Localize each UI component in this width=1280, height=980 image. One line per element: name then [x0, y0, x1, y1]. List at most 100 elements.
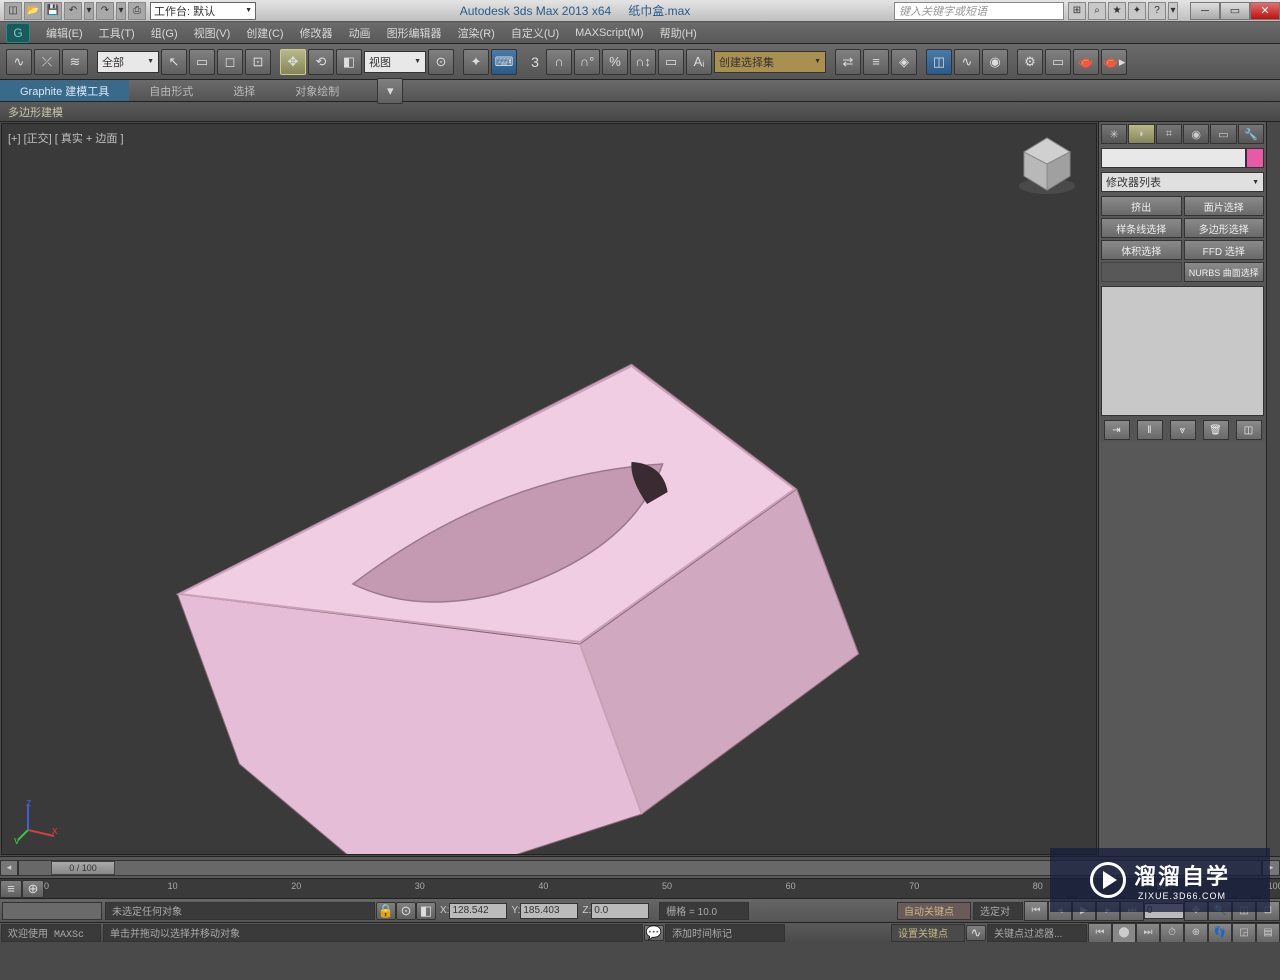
modifier-stack[interactable] [1101, 286, 1264, 416]
tab-modify-icon[interactable]: ◗ [1128, 124, 1154, 144]
nav-max-icon[interactable]: ◲ [1232, 923, 1256, 943]
qat-project-icon[interactable]: ⎙ [128, 2, 146, 20]
menu-rendering[interactable]: 渲染(R) [450, 22, 503, 43]
qat-save-icon[interactable]: 💾 [44, 2, 62, 20]
y-input[interactable] [520, 903, 578, 919]
qat-undo-icon[interactable]: ↶ [64, 2, 82, 20]
configure-icon[interactable]: ◫ [1236, 420, 1262, 440]
ribbon-tab-graphite[interactable]: Graphite 建模工具 [0, 80, 129, 101]
key-next-icon[interactable]: ⏭ [1136, 923, 1160, 943]
ribbon-minimize-icon[interactable]: ▾ [377, 78, 403, 104]
pin-stack-icon[interactable]: ⇥ [1104, 420, 1130, 440]
sel-lock-icon[interactable]: 🔒 [376, 902, 396, 920]
trackbar-key-icon[interactable]: ⊕ [22, 880, 44, 898]
ribbon-panel-label[interactable]: 多边形建模 [8, 104, 63, 120]
qat-redo-dd-icon[interactable]: ▾ [116, 2, 126, 20]
unique-icon[interactable]: ⩔ [1170, 420, 1196, 440]
key-bigkey-icon[interactable]: ⬤ [1112, 923, 1136, 943]
link-icon[interactable]: ∿ [6, 49, 32, 75]
schematic-view-icon[interactable]: ∿ [954, 49, 980, 75]
mirror-icon[interactable]: ⇄ [835, 49, 861, 75]
close-button[interactable]: ✕ [1250, 2, 1280, 20]
favorite-icon[interactable]: ★ [1108, 2, 1126, 20]
nav-extra-icon[interactable]: ▤ [1256, 923, 1280, 943]
menu-grapheditors[interactable]: 图形编辑器 [379, 22, 450, 43]
named-selection-combo[interactable]: 创建选择集 [714, 51, 826, 73]
btn-patchsel[interactable]: 面片选择 [1184, 196, 1265, 216]
slider-prev-icon[interactable]: ◂ [0, 860, 18, 876]
axis-gizmo-icon[interactable]: x y z [14, 800, 58, 844]
btn-volsel[interactable]: 体积选择 [1101, 240, 1182, 260]
pivot-center-icon[interactable]: ⊙ [428, 49, 454, 75]
tab-motion-icon[interactable]: ◉ [1183, 124, 1209, 144]
qat-open-icon[interactable]: 📂 [24, 2, 42, 20]
btn-splinesel[interactable]: 样条线选择 [1101, 218, 1182, 238]
btn-ffdsel[interactable]: FFD 选择 [1184, 240, 1265, 260]
manipulate-icon[interactable]: ✦ [463, 49, 489, 75]
add-time-tag[interactable]: 添加时间标记 [665, 924, 785, 942]
menu-animation[interactable]: 动画 [341, 22, 379, 43]
menu-group[interactable]: 组(G) [143, 22, 186, 43]
remove-mod-icon[interactable]: 🗑 [1203, 420, 1229, 440]
autokey-button[interactable]: 自动关键点 [897, 902, 971, 920]
help-dd-icon[interactable]: ▾ [1168, 2, 1178, 20]
angle-snap-icon[interactable]: ∩° [574, 49, 600, 75]
edit-named-sel-icon[interactable]: ▭ [658, 49, 684, 75]
slider-thumb[interactable]: 0 / 100 [51, 861, 115, 875]
object-color-swatch[interactable] [1246, 148, 1264, 168]
curve-editor-icon[interactable]: ◫ [926, 49, 952, 75]
render-setup-icon[interactable]: ⚙ [1017, 49, 1043, 75]
material-editor-icon[interactable]: ◉ [982, 49, 1008, 75]
viewport[interactable]: [+] [正交] [ 真实 + 边面 ] x [1, 123, 1097, 855]
btn-polysel[interactable]: 多边形选择 [1184, 218, 1265, 238]
menu-customize[interactable]: 自定义(U) [503, 22, 567, 43]
workspace-combo[interactable]: 工作台: 默认 [150, 2, 256, 20]
comm-center-icon[interactable]: 💬 [644, 925, 664, 941]
bind-spacewarp-icon[interactable]: ≋ [62, 49, 88, 75]
minimize-button[interactable]: ─ [1190, 2, 1220, 20]
qat-new-icon[interactable]: ◫ [4, 2, 22, 20]
render-icon[interactable]: 🫖▸ [1101, 49, 1127, 75]
tab-create-icon[interactable]: ✳ [1101, 124, 1127, 144]
qat-undo-dd-icon[interactable]: ▾ [84, 2, 94, 20]
setkey-button[interactable]: 设置关键点 [891, 924, 965, 942]
key-prev-icon[interactable]: ⏮ [1088, 923, 1112, 943]
menu-help[interactable]: 帮助(H) [652, 22, 705, 43]
maximize-button[interactable]: ▭ [1220, 2, 1250, 20]
ribbon-tab-paint[interactable]: 对象绘制 [275, 80, 359, 101]
layer-manager-icon[interactable]: ◈ [891, 49, 917, 75]
goto-start-icon[interactable]: ⏮ [1024, 901, 1048, 921]
rollout-area[interactable] [1099, 442, 1266, 856]
render-prod-icon[interactable]: 🫖 [1073, 49, 1099, 75]
render-frame-icon[interactable]: ▭ [1045, 49, 1071, 75]
panel-scroll-handle[interactable] [1266, 122, 1280, 856]
window-crossing-icon[interactable]: ⊡ [245, 49, 271, 75]
viewcube-icon[interactable] [1012, 130, 1082, 200]
trackbar-menu-icon[interactable]: ≡ [0, 880, 22, 898]
percent-snap-icon[interactable]: % [602, 49, 628, 75]
ribbon-tab-selection[interactable]: 选择 [213, 80, 275, 101]
ref-coord-combo[interactable]: 视图 [364, 51, 426, 73]
community-icon[interactable]: ⌕ [1088, 2, 1106, 20]
x-input[interactable] [449, 903, 507, 919]
select-scale-icon[interactable]: ◧ [336, 49, 362, 75]
qat-redo-icon[interactable]: ↷ [96, 2, 114, 20]
keyboard-shortcut-icon[interactable]: ⌨ [491, 49, 517, 75]
select-move-icon[interactable]: ✥ [280, 49, 306, 75]
exchange-icon[interactable]: ✦ [1128, 2, 1146, 20]
menu-create[interactable]: 创建(C) [238, 22, 291, 43]
select-name-icon[interactable]: ▭ [189, 49, 215, 75]
z-input[interactable] [591, 903, 649, 919]
tab-utilities-icon[interactable]: 🔧 [1238, 124, 1264, 144]
tab-display-icon[interactable]: ▭ [1210, 124, 1236, 144]
menu-views[interactable]: 视图(V) [186, 22, 239, 43]
infocenter-icon[interactable]: ⊞ [1068, 2, 1086, 20]
spinner-snap-icon[interactable]: ∩↕ [630, 49, 656, 75]
script-mini-listener[interactable] [2, 902, 102, 920]
key-mode-icon[interactable]: ∿ [966, 925, 986, 941]
search-input[interactable]: 键入关键字或短语 [894, 2, 1064, 20]
selection-filter-combo[interactable]: 全部 [97, 51, 159, 73]
menu-maxscript[interactable]: MAXScript(M) [567, 22, 651, 43]
menu-modifiers[interactable]: 修改器 [292, 22, 341, 43]
btn-nurbs[interactable]: NURBS 曲面选择 [1184, 262, 1265, 282]
